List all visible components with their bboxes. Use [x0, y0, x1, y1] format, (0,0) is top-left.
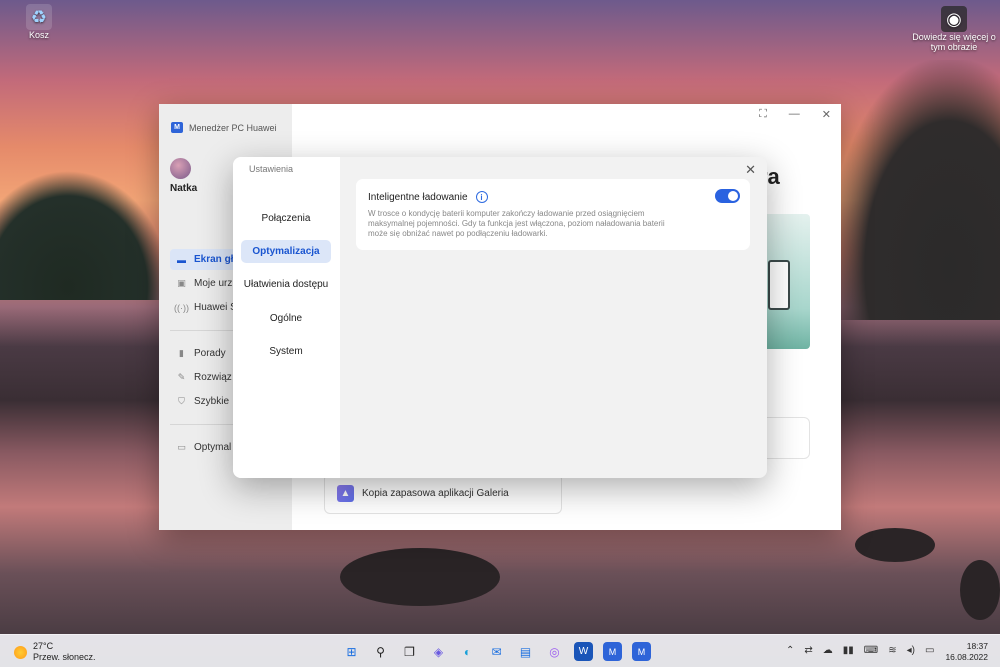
camera-icon: ◉ [941, 6, 967, 32]
smart-charging-description: W trosce o kondycję baterii komputer zak… [368, 209, 665, 238]
gallery-icon: ▲ [337, 485, 354, 502]
taskbar: 27°C Przew. słonecz. ⊞ ⚲ ❐ ◈ ◐ ✉ ▤ ◎ W M… [0, 634, 1000, 667]
sidebar-item-label: Huawei S [194, 302, 237, 313]
wrench-icon: ✎ [177, 372, 186, 382]
tips-icon: ▮ [179, 348, 184, 358]
shield-icon: ⛉ [178, 396, 185, 406]
edge-icon[interactable]: ◐ [458, 642, 477, 661]
huawei-logo-icon: M [171, 122, 183, 133]
close-icon[interactable]: ✕ [822, 108, 831, 121]
sun-icon [14, 645, 27, 659]
recycle-bin-icon: ♻ [26, 4, 52, 30]
smart-charging-toggle[interactable] [715, 189, 740, 203]
keyboard-icon[interactable]: ⌨ [864, 645, 878, 656]
signal-icon: ((·)) [174, 302, 189, 313]
smart-charging-card: Inteligentne ładowanie i W trosce o kond… [356, 179, 750, 250]
settings-nav-accessibility[interactable]: Ułatwienia dostępu [241, 273, 331, 296]
task-view-icon[interactable]: ❐ [400, 642, 419, 661]
wallpaper-rock [340, 548, 500, 606]
smart-charging-header: Inteligentne ładowanie i [368, 191, 738, 203]
search-icon[interactable]: ⚲ [371, 642, 390, 661]
settings-nav-system[interactable]: System [241, 340, 331, 363]
recycle-bin-shortcut[interactable]: ♻ Kosz [24, 4, 54, 40]
gallery-backup-label: Kopia zapasowa aplikacji Galeria [362, 488, 509, 499]
settings-nav-panel: Ustawienia Połączenia Optymalizacja Ułat… [233, 157, 340, 478]
camera-widget-label: Dowiedz się więcej o tym obrazie [912, 32, 996, 52]
settings-dialog: Ustawienia Połączenia Optymalizacja Ułat… [233, 157, 767, 478]
sidebar-item-label: Optymal [194, 442, 232, 453]
minimize-icon[interactable]: — [789, 108, 800, 121]
huawei-app-icon[interactable]: M [632, 642, 651, 661]
huawei-tray-icon[interactable]: ▮▮ [843, 645, 854, 656]
temperature: 27°C [33, 641, 54, 651]
cloud-icon[interactable]: ☁ [823, 645, 833, 656]
settings-nav-connections[interactable]: Połączenia [241, 207, 331, 230]
desktop-wallpaper-rocks [830, 60, 1000, 320]
tablet-illustration-icon [768, 260, 790, 310]
settings-sliders-icon[interactable]: ⇄ [804, 645, 812, 656]
user-avatar[interactable] [170, 158, 191, 179]
devices-icon: ▣ [177, 278, 186, 288]
sidebar-item-label: Moje urz [194, 278, 233, 289]
word-icon[interactable]: W [574, 642, 593, 661]
app-title-bar: M Menedżer PC Huawei [171, 122, 277, 133]
desktop-wallpaper-island [0, 170, 170, 300]
clock-time: 18:37 [966, 641, 988, 651]
store-icon[interactable]: ▤ [516, 642, 535, 661]
promo-banner[interactable] [760, 214, 810, 349]
smart-charging-title: Inteligentne ładowanie [368, 191, 468, 203]
teams-chat-icon[interactable]: ◈ [429, 642, 448, 661]
dialog-close-icon[interactable]: ✕ [745, 162, 756, 178]
window-controls: ⛶ — ✕ [759, 108, 831, 121]
optimize-icon: ▭ [177, 442, 186, 452]
start-icon[interactable]: ⊞ [342, 642, 361, 661]
monitor-icon: ▬ [177, 254, 186, 265]
sidebar-item-label: Szybkie [194, 396, 230, 407]
huawei-pc-manager-icon[interactable]: M [603, 642, 622, 661]
app-title: Menedżer PC Huawei [189, 122, 277, 133]
gallery-backup-card[interactable]: ▲ Kopia zapasowa aplikacji Galeria [324, 473, 562, 514]
mail-icon[interactable]: ✉ [487, 642, 506, 661]
settings-nav-optimization[interactable]: Optymalizacja [241, 240, 331, 263]
sidebar-item-label: Rozwiąz [194, 372, 232, 383]
taskbar-clock[interactable]: 18:37 16.08.2022 [945, 641, 988, 663]
settings-nav-general[interactable]: Ogólne [241, 307, 331, 330]
taskbar-apps: ⊞ ⚲ ❐ ◈ ◐ ✉ ▤ ◎ W M M [342, 642, 651, 661]
wallpaper-rock [960, 560, 1000, 620]
settings-dialog-title: Ustawienia [249, 164, 294, 174]
wifi-icon[interactable]: ≋ [888, 645, 896, 656]
weather-condition: Przew. słonecz. [33, 652, 96, 662]
battery-icon[interactable]: ▭ [925, 645, 934, 656]
fullscreen-icon[interactable]: ⛶ [759, 108, 767, 121]
clock-date: 16.08.2022 [945, 652, 988, 662]
user-name: Natka [170, 183, 198, 194]
chevron-up-icon[interactable]: ⌃ [786, 645, 794, 656]
info-icon[interactable]: i [475, 191, 488, 203]
weather-text: 27°C Przew. słonecz. [33, 641, 96, 663]
system-tray: ⌃ ⇄ ☁ ▮▮ ⌨ ≋ ◂) ▭ [786, 645, 934, 656]
spotlight-camera-widget[interactable]: ◉ Dowiedz się więcej o tym obrazie [912, 6, 996, 52]
volume-icon[interactable]: ◂) [907, 645, 915, 656]
recycle-bin-label: Kosz [28, 30, 49, 40]
wallpaper-rock [855, 528, 935, 562]
messenger-icon[interactable]: ◎ [545, 642, 564, 661]
sidebar-item-label: Porady [194, 348, 226, 359]
toggle-knob [728, 191, 738, 201]
feature-card[interactable] [760, 417, 810, 459]
sidebar-item-label: Ekran gł [194, 254, 234, 265]
weather-widget[interactable]: 27°C Przew. słonecz. [14, 641, 96, 663]
